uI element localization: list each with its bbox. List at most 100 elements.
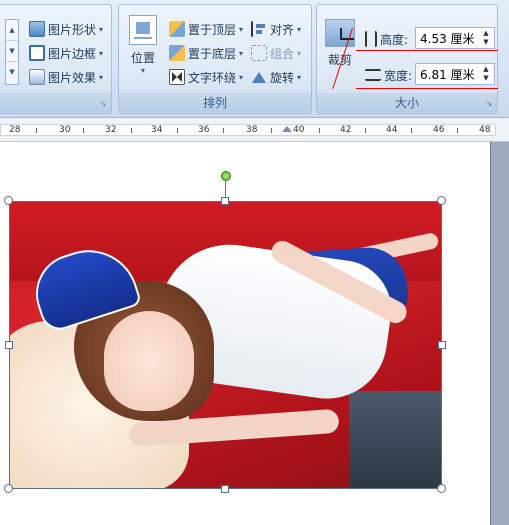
- width-spinner[interactable]: ▲▼: [415, 63, 495, 85]
- picture-border-label: 图片边框: [48, 46, 97, 61]
- ruler-tick: [131, 128, 132, 133]
- position-button[interactable]: 位置 ▾: [125, 15, 161, 75]
- picture-shape-icon: [29, 21, 45, 37]
- ruler-tick-label: 28: [9, 125, 21, 135]
- ruler-tick-label: 48: [479, 125, 491, 135]
- picture-styles-group: ▲ ▼ ▼ 图片形状 ▾ 图片边框 ▾ 图片效果 ▾ ↘: [0, 4, 112, 114]
- ruler-tick-label: 30: [59, 125, 71, 135]
- resize-handle-left[interactable]: [5, 341, 13, 349]
- rotate-button[interactable]: 旋转 ▾: [251, 67, 301, 87]
- arrange-group-title: 排列: [119, 93, 311, 113]
- chevron-down-icon: ▾: [140, 66, 145, 75]
- picture-border-icon: [29, 45, 45, 61]
- styles-gallery-scroll[interactable]: ▲ ▼ ▼: [5, 19, 19, 85]
- ruler-tick: [223, 128, 224, 133]
- position-icon: [129, 15, 157, 45]
- ruler-tick: [365, 128, 366, 133]
- chevron-down-icon: ▾: [239, 24, 244, 34]
- ruler-tick: [411, 128, 412, 133]
- dialog-launcher-icon[interactable]: ↘: [484, 99, 494, 109]
- picture-effects-icon: [29, 69, 45, 85]
- height-label-row: 高度:: [365, 29, 408, 49]
- ruler-tick-label: 36: [198, 125, 210, 135]
- crop-button[interactable]: 裁剪: [321, 19, 359, 68]
- position-label: 位置: [130, 51, 155, 65]
- ruler-tick-label: 46: [433, 125, 445, 135]
- align-icon: [251, 21, 267, 37]
- ruler-tick: [36, 128, 37, 133]
- ruler-tick-label: 40: [293, 125, 305, 135]
- height-input[interactable]: [416, 31, 480, 45]
- rotate-label: 旋转: [270, 70, 295, 85]
- width-stepper-icon[interactable]: ▲ ▼: [480, 65, 492, 83]
- width-label-row: 宽度:: [365, 65, 412, 85]
- bring-to-front-button[interactable]: 置于顶层 ▾: [169, 19, 243, 39]
- group-button[interactable]: 组合 ▾: [251, 43, 301, 63]
- size-group: 裁剪 高度: ▲▼ 宽度: ▲▼ 大小 ↘: [316, 4, 498, 114]
- ruler-tick-label: 38: [246, 125, 258, 135]
- bring-to-front-label: 置于顶层: [188, 22, 237, 37]
- rotation-handle[interactable]: [221, 171, 231, 181]
- size-group-title: 大小: [317, 93, 497, 113]
- group-label: 组合: [270, 46, 295, 61]
- arrange-group: 位置 ▾ 置于顶层 ▾ 置于底层 ▾ 文字环绕 ▾ 对齐 ▾ 组合 ▾ 旋转 ▾…: [118, 4, 312, 114]
- picture-border-button[interactable]: 图片边框 ▾: [29, 43, 103, 63]
- dialog-launcher-icon[interactable]: ↘: [98, 99, 108, 109]
- text-wrap-button[interactable]: 文字环绕 ▾: [169, 67, 243, 87]
- ruler-tick-label: 34: [151, 125, 163, 135]
- resize-handle-top[interactable]: [221, 197, 229, 205]
- resize-handle-bottom-right[interactable]: [437, 484, 446, 493]
- resize-handle-top-left[interactable]: [4, 196, 13, 205]
- align-label: 对齐: [270, 22, 295, 37]
- picture-styles-group-title: [0, 93, 111, 113]
- height-label: 高度:: [380, 32, 409, 47]
- text-wrap-icon: [169, 69, 185, 85]
- ruler-tick: [457, 128, 458, 133]
- chevron-down-icon: ▾: [239, 72, 244, 82]
- send-to-back-label: 置于底层: [188, 46, 237, 61]
- resize-handle-right[interactable]: [438, 341, 446, 349]
- ruler-tick-label: 42: [340, 125, 352, 135]
- height-stepper-icon[interactable]: ▲ ▼: [480, 29, 492, 47]
- annotation-line: [356, 50, 498, 51]
- ruler-tick: [83, 128, 84, 133]
- ruler-tick-label: 32: [105, 125, 117, 135]
- picture-effects-button[interactable]: 图片效果 ▾: [29, 67, 103, 87]
- scroll-up-icon[interactable]: ▲: [6, 20, 18, 41]
- picture-shape-button[interactable]: 图片形状 ▾: [29, 19, 103, 39]
- chevron-down-icon: ▾: [99, 72, 104, 82]
- align-button[interactable]: 对齐 ▾: [251, 19, 301, 39]
- height-spinner[interactable]: ▲▼: [415, 27, 495, 49]
- ruler-tick: [271, 128, 272, 133]
- ruler-track: 28 30 32 34 36 38 40 42 44 46 48: [0, 124, 496, 136]
- picture-effects-label: 图片效果: [48, 70, 97, 85]
- group-icon: [251, 45, 267, 61]
- height-icon: [365, 31, 377, 47]
- scroll-down-icon[interactable]: ▼: [6, 41, 18, 62]
- text-wrap-label: 文字环绕: [188, 70, 237, 85]
- send-to-back-icon: [169, 45, 185, 61]
- resize-handle-bottom-left[interactable]: [4, 484, 13, 493]
- document-area: [0, 142, 509, 525]
- gallery-more-icon[interactable]: ▼: [6, 62, 18, 83]
- selection-frame: [9, 201, 442, 489]
- ruler-indent-marker[interactable]: [282, 126, 292, 132]
- ruler-tick-label: 44: [386, 125, 398, 135]
- rotate-icon: [251, 69, 267, 85]
- chevron-down-icon: ▾: [297, 72, 302, 82]
- document-page[interactable]: [0, 142, 491, 525]
- chevron-down-icon: ▾: [239, 48, 244, 58]
- chevron-down-icon: ▾: [297, 24, 302, 34]
- width-icon: [365, 69, 381, 81]
- chevron-down-icon: ▾: [297, 48, 302, 58]
- resize-handle-top-right[interactable]: [437, 196, 446, 205]
- resize-handle-bottom[interactable]: [221, 485, 229, 493]
- annotation-line: [356, 88, 498, 89]
- width-input[interactable]: [416, 67, 480, 81]
- send-to-back-button[interactable]: 置于底层 ▾: [169, 43, 243, 63]
- horizontal-ruler: 28 30 32 34 36 38 40 42 44 46 48: [0, 118, 509, 142]
- width-label: 宽度:: [384, 68, 413, 83]
- ruler-tick: [177, 128, 178, 133]
- chevron-down-icon: ▾: [99, 48, 104, 58]
- ruler-tick: [319, 128, 320, 133]
